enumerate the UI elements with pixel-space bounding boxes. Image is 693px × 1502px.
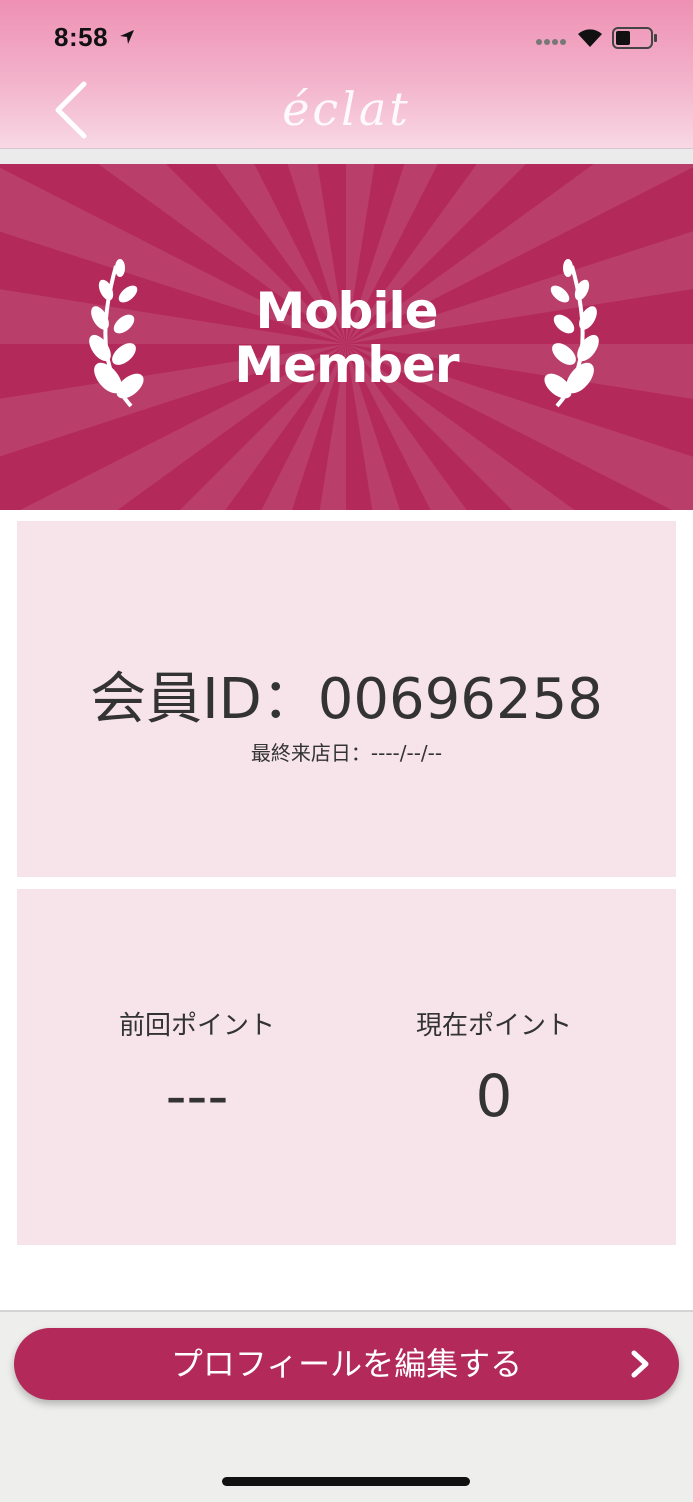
wifi-icon xyxy=(578,29,602,47)
signal-icon xyxy=(536,39,566,45)
previous-points-value: --- xyxy=(165,1062,229,1130)
nav-header: 8:58 éclat xyxy=(0,0,693,149)
battery-icon xyxy=(612,27,657,49)
edit-profile-label: プロフィールを編集する xyxy=(170,1345,523,1383)
home-indicator[interactable] xyxy=(222,1477,470,1486)
edit-profile-button[interactable]: プロフィールを編集する xyxy=(14,1328,679,1400)
banner-title-line2: Member xyxy=(234,336,459,394)
banner-title: Mobile Member xyxy=(0,284,693,392)
last-visit-date: 最終来店日：----/--/-- xyxy=(250,741,443,765)
previous-points-label: 前回ポイント xyxy=(118,1011,275,1041)
chevron-right-icon xyxy=(631,1350,649,1378)
app-title: éclat xyxy=(282,82,411,136)
current-points-value: 0 xyxy=(475,1062,513,1130)
header-divider xyxy=(0,149,693,164)
status-time: 8:58 xyxy=(54,22,109,52)
banner-title-line1: Mobile xyxy=(255,282,438,340)
member-id: 会員ID：00696258 xyxy=(90,667,603,732)
status-bar: 8:58 xyxy=(0,0,693,76)
location-arrow-icon xyxy=(120,30,134,44)
current-points-label: 現在ポイント xyxy=(415,1011,572,1041)
